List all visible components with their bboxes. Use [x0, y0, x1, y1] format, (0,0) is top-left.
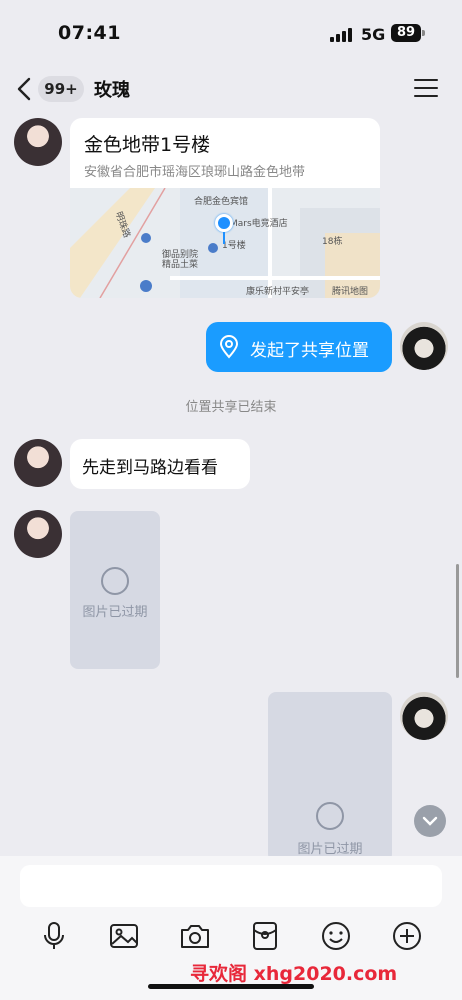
map-label-building: 1号楼	[222, 241, 246, 251]
camera-icon[interactable]	[177, 918, 213, 954]
battery-icon: 89	[391, 24, 421, 42]
map-label-hotel2: Mars电竞酒店	[230, 219, 288, 229]
scroll-down-icon[interactable]	[414, 805, 446, 837]
location-title: 金色地带1号楼	[84, 134, 211, 156]
location-pin-tail	[223, 232, 225, 244]
emoji-icon[interactable]	[318, 918, 354, 954]
system-notice: 位置共享已结束	[185, 400, 277, 415]
network-type: 5G	[361, 25, 386, 44]
microphone-icon[interactable]	[36, 918, 72, 954]
status-time: 07:41	[58, 22, 121, 44]
contact-avatar[interactable]	[14, 118, 62, 166]
status-bar: 07:41 5G 89	[0, 0, 462, 60]
signal-icon	[330, 26, 354, 42]
location-pin-icon	[215, 214, 233, 232]
battery-cap	[422, 30, 425, 36]
map-label-building18: 18栋	[322, 237, 343, 247]
location-card[interactable]: 金色地带1号楼 安徽省合肥市瑶海区琅琊山路金色地带 合肥金色宾馆 Mars电竞酒…	[70, 118, 380, 298]
expired-image[interactable]: 图片已过期	[268, 692, 392, 862]
chat-header: 99+ 玫瑰	[0, 62, 462, 116]
location-icon	[219, 335, 239, 359]
chat-title: 玫瑰	[94, 80, 130, 101]
scrollbar[interactable]	[456, 564, 459, 678]
expired-image[interactable]: 图片已过期	[70, 511, 160, 669]
menu-icon[interactable]	[414, 79, 438, 99]
map-label-hotel1: 合肥金色宾馆	[194, 197, 249, 207]
home-indicator	[148, 984, 314, 989]
contact-avatar[interactable]	[14, 439, 62, 487]
share-location-text: 发起了共享位置	[250, 341, 369, 361]
toolbar	[0, 918, 462, 954]
expired-text: 图片已过期	[82, 605, 148, 620]
message-text: 先走到马路边看看	[82, 458, 218, 478]
red-packet-icon[interactable]	[247, 918, 283, 954]
map-preview[interactable]: 合肥金色宾馆 Mars电竞酒店 1号楼 明珠路 御品别院 精品土菜 18栋 康乐…	[70, 188, 380, 298]
text-bubble[interactable]: 先走到马路边看看	[70, 439, 250, 489]
map-label-restaurant: 御品别院 精品土菜	[162, 250, 199, 270]
unread-badge[interactable]: 99+	[38, 76, 84, 102]
share-location-bubble[interactable]: 发起了共享位置	[206, 322, 392, 372]
image-icon[interactable]	[106, 918, 142, 954]
message-input[interactable]	[20, 865, 442, 907]
expired-text: 图片已过期	[297, 842, 363, 857]
my-avatar[interactable]	[400, 692, 448, 740]
map-label-store: 康乐新村平安亭	[246, 287, 310, 297]
contact-avatar[interactable]	[14, 510, 62, 558]
back-icon[interactable]	[14, 76, 36, 102]
composer: 寻欢阁 xhg2020.com	[0, 856, 462, 1000]
watermark: 寻欢阁 xhg2020.com	[190, 963, 398, 985]
expired-icon	[101, 567, 129, 595]
expired-icon	[316, 802, 344, 830]
map-label-provider: 腾讯地图	[332, 287, 369, 297]
my-avatar[interactable]	[400, 322, 448, 370]
location-address: 安徽省合肥市瑶海区琅琊山路金色地带	[84, 165, 306, 180]
add-icon[interactable]	[389, 918, 425, 954]
